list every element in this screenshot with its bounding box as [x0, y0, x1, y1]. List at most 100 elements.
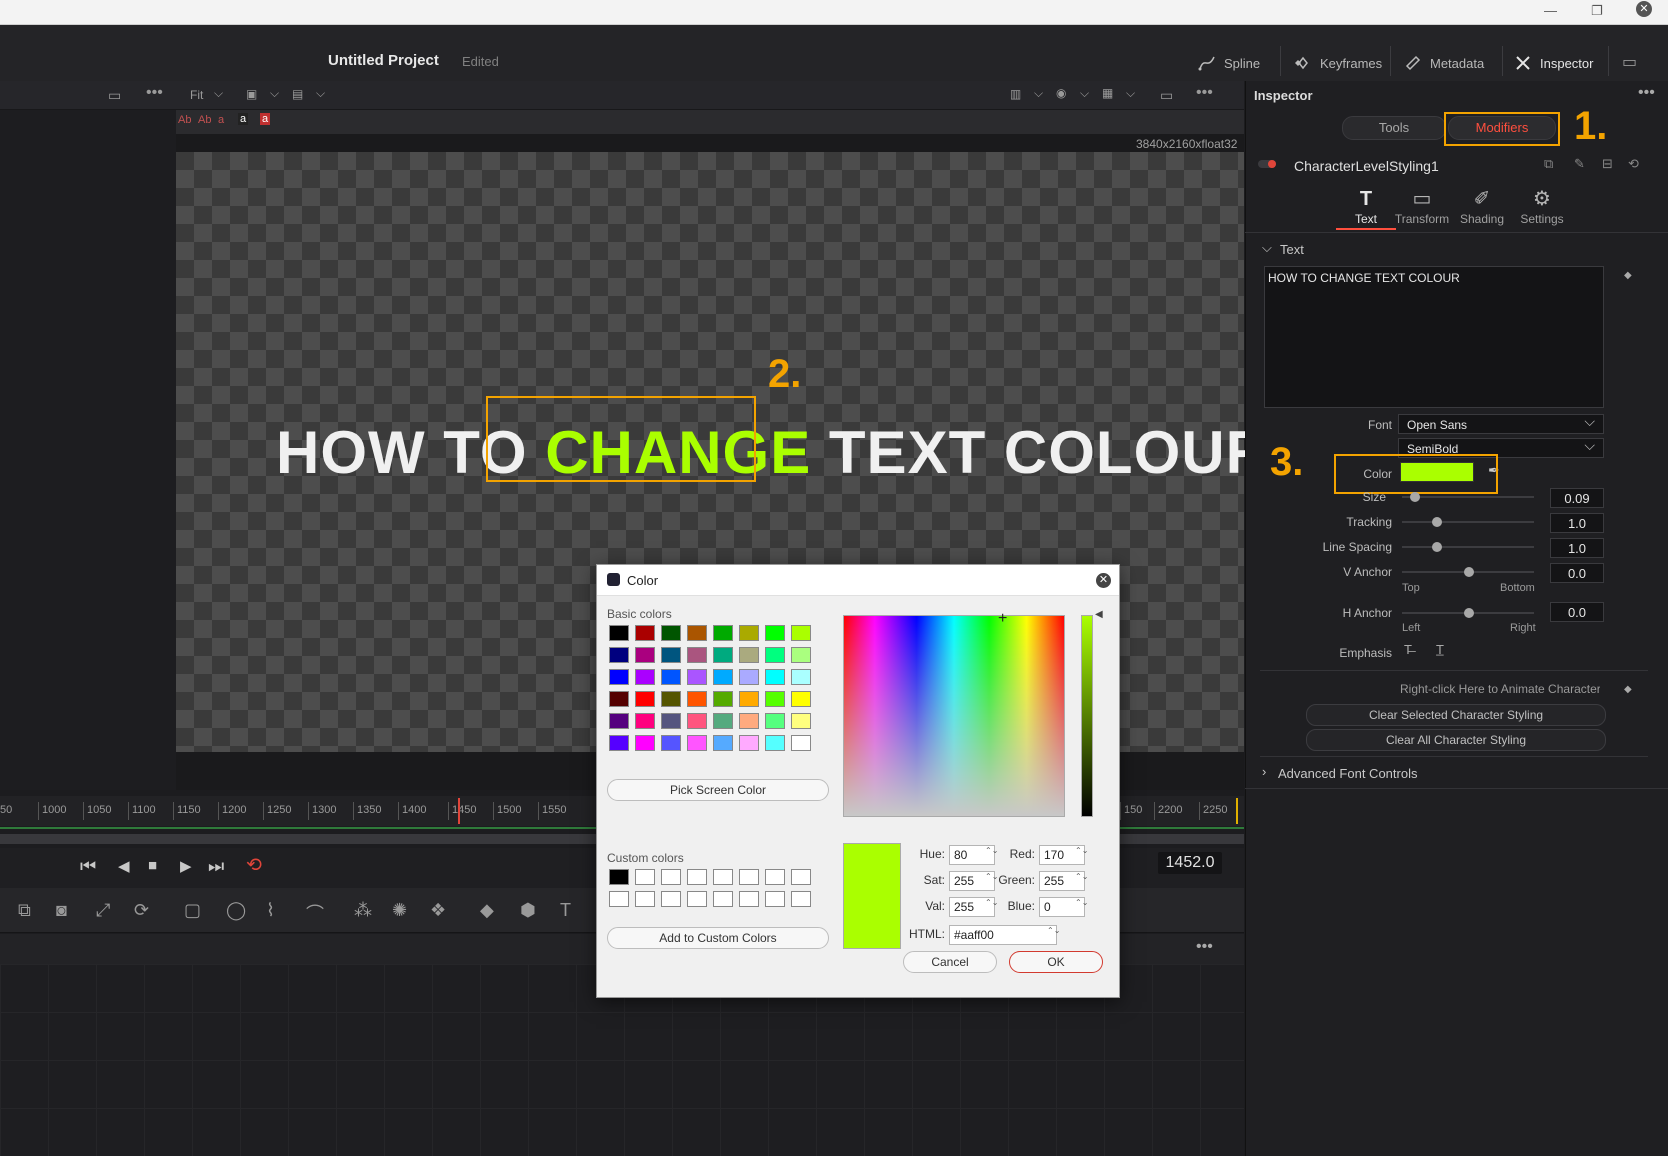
custom-color-swatch[interactable]	[687, 869, 707, 885]
play-icon[interactable]: ▶	[180, 857, 192, 875]
line-spacing-input[interactable]: 1.0	[1550, 538, 1604, 558]
dialog-titlebar[interactable]: Color ✕	[597, 565, 1119, 596]
minimize-icon[interactable]: —	[1544, 3, 1557, 18]
bspline-tool-icon[interactable]: ⌒	[306, 900, 324, 926]
basic-color-swatch[interactable]	[765, 647, 785, 663]
chevron-down-icon[interactable]: ⌵	[270, 86, 279, 101]
line-spacing-slider-handle[interactable]	[1432, 542, 1442, 552]
custom-color-swatch[interactable]	[791, 891, 811, 907]
chevron-down-icon[interactable]: ⌵	[214, 86, 223, 101]
viewer-layout-icon[interactable]: ▭	[1160, 87, 1173, 104]
basic-color-swatch[interactable]	[713, 625, 733, 641]
particle-render-icon[interactable]: ❖	[430, 900, 446, 921]
more-options-icon[interactable]: •••	[1196, 938, 1213, 956]
val-spinbox[interactable]: 255	[949, 897, 995, 917]
hue-saturation-picker[interactable]: +	[843, 610, 1065, 817]
text-tool[interactable]: a	[238, 113, 249, 125]
custom-color-swatch[interactable]	[713, 891, 733, 907]
basic-color-swatch[interactable]	[635, 669, 655, 685]
blue-spinbox[interactable]: 0	[1039, 897, 1085, 917]
basic-color-swatch[interactable]	[687, 669, 707, 685]
custom-color-swatch[interactable]	[765, 891, 785, 907]
chevron-down-icon[interactable]: ⌵	[1080, 86, 1089, 101]
more-options-icon[interactable]: •••	[1638, 84, 1655, 102]
node-enable-toggle[interactable]	[1258, 160, 1276, 168]
size-slider-handle[interactable]	[1410, 492, 1420, 502]
custom-color-swatch[interactable]	[713, 869, 733, 885]
basic-color-swatch[interactable]	[609, 647, 629, 663]
sat-spinbox[interactable]: 255	[949, 871, 995, 891]
more-options-icon[interactable]: •••	[1196, 84, 1213, 102]
value-slider[interactable]	[1081, 615, 1093, 817]
basic-color-swatch[interactable]	[713, 647, 733, 663]
header-tab-inspector[interactable]: Inspector	[1514, 54, 1593, 72]
basic-color-swatch[interactable]	[635, 647, 655, 663]
rectangle-tool-icon[interactable]: ▢	[184, 900, 201, 921]
custom-color-swatch[interactable]	[687, 891, 707, 907]
custom-color-swatch[interactable]	[609, 869, 629, 885]
basic-color-swatch[interactable]	[791, 735, 811, 751]
basic-color-swatch[interactable]	[635, 713, 655, 729]
text-tool[interactable]: Ab	[198, 114, 211, 126]
basic-color-swatch[interactable]	[791, 713, 811, 729]
tab-shading[interactable]: ✐ Shading	[1451, 188, 1513, 226]
custom-color-swatch[interactable]	[791, 869, 811, 885]
basic-color-swatch[interactable]	[765, 735, 785, 751]
monitor-icon[interactable]: ▭	[1622, 52, 1637, 72]
basic-color-swatch[interactable]	[687, 735, 707, 751]
v-anchor-slider-handle[interactable]	[1464, 567, 1474, 577]
basic-color-swatch[interactable]	[661, 669, 681, 685]
layout-icon[interactable]: ▭	[108, 87, 121, 104]
more-options-icon[interactable]: •••	[146, 84, 163, 102]
custom-color-swatch[interactable]	[661, 869, 681, 885]
overlay-icon[interactable]: ▣	[246, 87, 257, 101]
basic-color-swatch[interactable]	[739, 713, 759, 729]
clear-selected-styling-button[interactable]: Clear Selected Character Styling	[1306, 704, 1606, 726]
tracking-slider[interactable]	[1402, 521, 1534, 523]
chevron-down-icon[interactable]: ⌵	[1034, 86, 1043, 101]
text-tool[interactable]: Ab	[178, 114, 191, 126]
keyframe-icon[interactable]: ◆	[1624, 270, 1632, 281]
size-slider[interactable]	[1402, 496, 1534, 498]
pin-icon[interactable]: ✎	[1574, 156, 1585, 172]
basic-color-swatch[interactable]	[661, 625, 681, 641]
basic-color-swatch[interactable]	[713, 735, 733, 751]
basic-color-swatch[interactable]	[635, 691, 655, 707]
basic-color-swatch[interactable]	[609, 691, 629, 707]
custom-color-swatch[interactable]	[609, 891, 629, 907]
chevron-down-icon[interactable]: ⌵	[1262, 240, 1272, 256]
basic-color-swatch[interactable]	[609, 735, 629, 751]
resize-tool-icon[interactable]: ⤢	[96, 900, 110, 921]
basic-color-swatch[interactable]	[791, 669, 811, 685]
basic-color-swatch[interactable]	[687, 625, 707, 641]
text-input[interactable]: HOW TO CHANGE TEXT COLOUR	[1264, 266, 1604, 408]
restore-icon[interactable]: ❐	[1591, 3, 1603, 19]
chevron-right-icon[interactable]: ›	[1262, 764, 1266, 779]
add-to-custom-colors-button[interactable]: Add to Custom Colors	[607, 927, 829, 949]
display-icon[interactable]: ▤	[292, 87, 303, 101]
stop-icon[interactable]: ■	[148, 857, 157, 874]
tracking-slider-handle[interactable]	[1432, 517, 1442, 527]
ok-button[interactable]: OK	[1009, 951, 1103, 973]
safe-area-icon[interactable]: ▥	[1010, 87, 1021, 101]
version-icon[interactable]: ⧉	[1544, 156, 1553, 172]
particle-tool-icon[interactable]: ⁂	[354, 900, 372, 921]
basic-color-swatch[interactable]	[791, 691, 811, 707]
font-select[interactable]: Open Sans	[1398, 411, 1604, 434]
polygon-tool-icon[interactable]: ⌇	[266, 900, 275, 921]
particle-emitter-icon[interactable]: ✺	[392, 900, 407, 921]
transform-tool-icon[interactable]: ⟳	[134, 900, 149, 921]
cancel-button[interactable]: Cancel	[903, 951, 997, 973]
color-channel-icon[interactable]: ◉	[1056, 86, 1066, 100]
basic-color-swatch[interactable]	[713, 669, 733, 685]
h-anchor-input[interactable]: 0.0	[1550, 602, 1604, 622]
basic-color-swatch[interactable]	[609, 625, 629, 641]
basic-color-swatch[interactable]	[765, 691, 785, 707]
tab-settings[interactable]: ⚙ Settings	[1511, 188, 1573, 226]
basic-color-swatch[interactable]	[739, 691, 759, 707]
custom-color-swatch[interactable]	[635, 869, 655, 885]
basic-color-swatch[interactable]	[687, 691, 707, 707]
text-tool[interactable]: a	[218, 114, 224, 126]
section-text-header[interactable]: Text	[1280, 242, 1304, 257]
value-arrow-icon[interactable]: ◀	[1095, 609, 1103, 620]
